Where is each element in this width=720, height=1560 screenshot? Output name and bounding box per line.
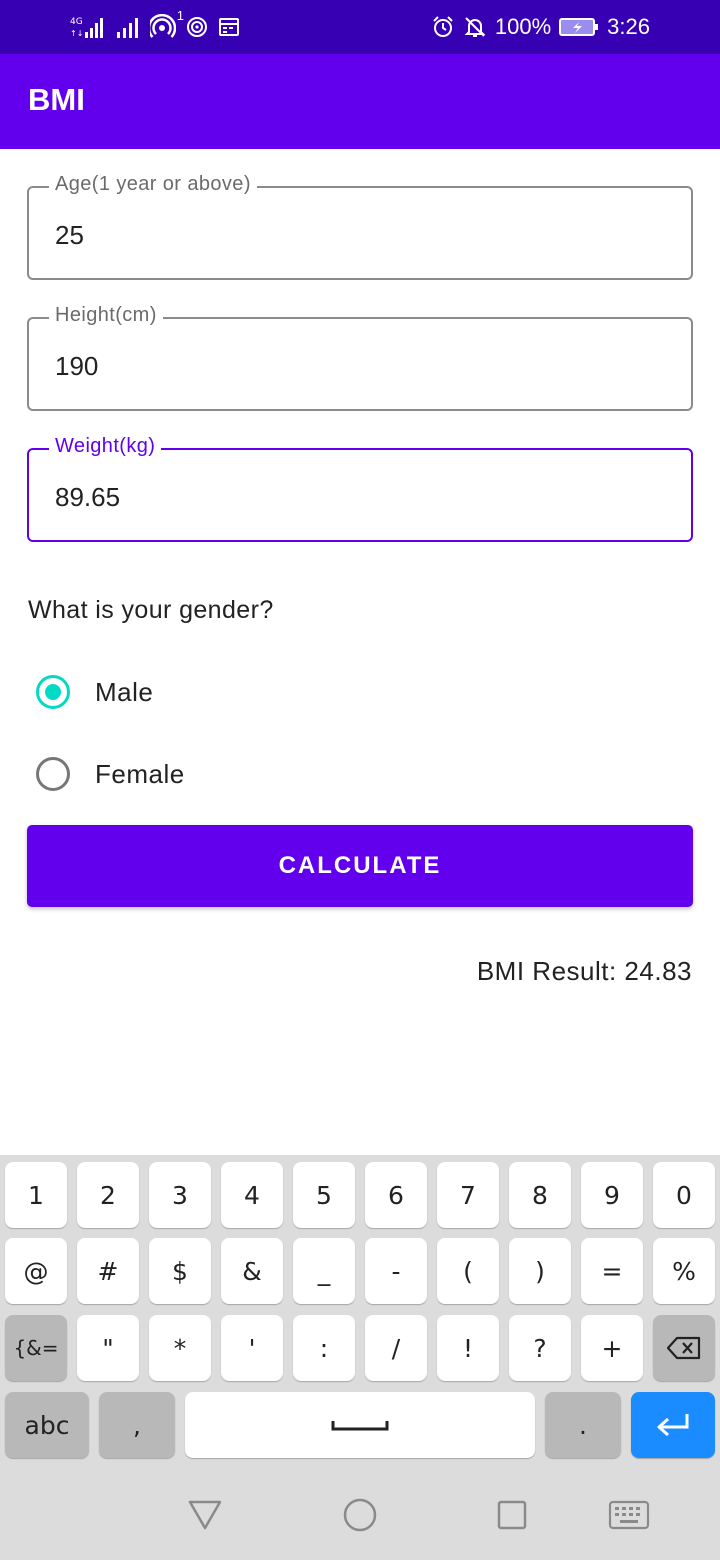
height-field[interactable]: Height(cm) 190 <box>27 304 693 411</box>
key-1[interactable]: 1 <box>5 1162 67 1228</box>
recents-button[interactable] <box>492 1495 532 1535</box>
nfc-icon <box>186 16 208 38</box>
key-symbols-toggle[interactable]: {&= <box>5 1315 67 1381</box>
hotspot-badge: 1 <box>176 8 184 23</box>
key-3[interactable]: 3 <box>149 1162 211 1228</box>
backspace-icon <box>666 1336 701 1360</box>
key-percent[interactable]: % <box>653 1238 715 1304</box>
key-question[interactable]: ? <box>509 1315 571 1381</box>
key-8[interactable]: 8 <box>509 1162 571 1228</box>
keyboard-icon <box>608 1500 650 1530</box>
key-open-paren[interactable]: ( <box>437 1238 499 1304</box>
status-bar: 4G ↑↓ 1 100% 3:26 <box>0 0 720 54</box>
back-triangle-icon <box>188 1500 222 1530</box>
age-field[interactable]: Age(1 year or above) 25 <box>27 173 693 280</box>
height-label: Height(cm) <box>49 304 163 327</box>
gender-question: What is your gender? <box>28 596 274 624</box>
enter-key[interactable] <box>631 1392 715 1458</box>
signal-icon <box>116 14 140 40</box>
age-label: Age(1 year or above) <box>49 173 257 196</box>
app-title: BMI <box>28 82 85 117</box>
key-7[interactable]: 7 <box>437 1162 499 1228</box>
age-value: 25 <box>55 220 84 250</box>
key-9[interactable]: 9 <box>581 1162 643 1228</box>
recents-square-icon <box>497 1500 527 1530</box>
height-value: 190 <box>55 351 99 381</box>
space-key[interactable] <box>185 1392 535 1458</box>
mute-bell-icon <box>463 15 487 39</box>
key-hash[interactable]: # <box>77 1238 139 1304</box>
4g-signal-icon: 4G ↑↓ <box>70 14 106 40</box>
svg-text:4G: 4G <box>70 17 83 27</box>
enter-icon <box>657 1414 689 1437</box>
key-0[interactable]: 0 <box>653 1162 715 1228</box>
svg-text:↑↓: ↑↓ <box>70 29 83 38</box>
key-2[interactable]: 2 <box>77 1162 139 1228</box>
alarm-icon <box>431 15 455 39</box>
clock: 3:26 <box>607 14 650 39</box>
key-double-quote[interactable]: " <box>77 1315 139 1381</box>
battery-charging-icon <box>559 16 599 38</box>
battery-percent: 100% <box>494 14 552 39</box>
backspace-key[interactable] <box>653 1315 715 1381</box>
home-button[interactable] <box>340 1495 380 1535</box>
radio-female-button[interactable] <box>36 757 70 791</box>
key-close-paren[interactable]: ) <box>509 1238 571 1304</box>
key-minus[interactable]: - <box>365 1238 427 1304</box>
radio-male-button[interactable] <box>36 675 70 709</box>
key-asterisk[interactable]: * <box>149 1315 211 1381</box>
key-colon[interactable]: : <box>293 1315 355 1381</box>
key-slash[interactable]: / <box>365 1315 427 1381</box>
calendar-icon <box>218 16 240 38</box>
key-4[interactable]: 4 <box>221 1162 283 1228</box>
status-bar-left: 4G ↑↓ 1 <box>70 8 240 42</box>
app-bar: BMI <box>0 54 720 149</box>
key-6[interactable]: 6 <box>365 1162 427 1228</box>
key-5[interactable]: 5 <box>293 1162 355 1228</box>
key-at[interactable]: @ <box>5 1238 67 1304</box>
back-button[interactable] <box>185 1495 225 1535</box>
bmi-result: BMI Result: 24.83 <box>476 956 692 986</box>
key-period[interactable]: . <box>545 1392 621 1458</box>
calculate-button[interactable]: CALCULATE <box>27 825 693 907</box>
key-plus[interactable]: + <box>581 1315 643 1381</box>
home-circle-icon <box>343 1498 377 1532</box>
radio-female[interactable]: Female <box>36 754 185 794</box>
key-apostrophe[interactable]: ' <box>221 1315 283 1381</box>
space-icon <box>331 1421 389 1431</box>
key-equals[interactable]: = <box>581 1238 643 1304</box>
radio-male[interactable]: Male <box>36 672 153 712</box>
key-abc[interactable]: abc <box>5 1392 89 1458</box>
key-exclamation[interactable]: ! <box>437 1315 499 1381</box>
radio-male-label[interactable]: Male <box>95 677 153 708</box>
navigation-bar <box>0 1475 720 1560</box>
weight-field[interactable]: Weight(kg) 89.65 <box>27 435 693 542</box>
weight-label: Weight(kg) <box>49 435 162 458</box>
radio-female-label[interactable]: Female <box>95 759 185 790</box>
keyboard-switch-button[interactable] <box>607 1495 651 1535</box>
key-dollar[interactable]: $ <box>149 1238 211 1304</box>
weight-value: 89.65 <box>55 482 121 512</box>
status-bar-right: 100% 3:26 <box>431 12 650 42</box>
key-comma[interactable]: , <box>99 1392 175 1458</box>
key-underscore[interactable]: _ <box>293 1238 355 1304</box>
key-ampersand[interactable]: & <box>221 1238 283 1304</box>
hotspot-icon: 1 <box>150 8 184 40</box>
